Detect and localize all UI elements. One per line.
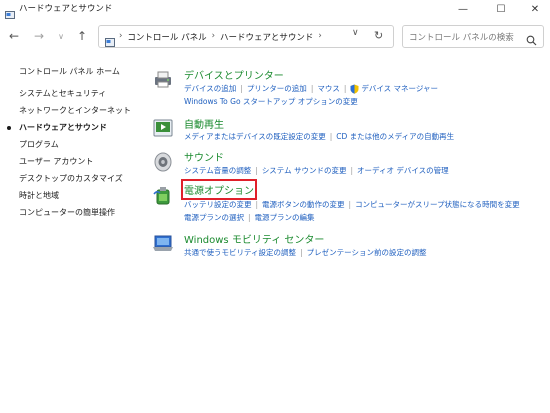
breadcrumb: › コントロール パネル › ハードウェアとサウンド › (119, 31, 322, 43)
sidebar-item-programs[interactable]: プログラム (19, 139, 59, 150)
link-separator: | (329, 132, 333, 141)
active-item-bullet (7, 126, 11, 130)
link-separator: | (255, 166, 258, 175)
breadcrumb-separator[interactable]: › (119, 31, 122, 43)
choose-power-plan-link[interactable]: 電源プランの選択 (184, 212, 244, 223)
category-devices-and-printers[interactable]: デバイスとプリンター (184, 67, 284, 82)
cd-autoplay-link[interactable]: CD または他のメディアの自動再生 (336, 131, 454, 142)
up-button[interactable]: ↑ (73, 27, 91, 45)
mouse-link[interactable]: マウス (317, 83, 340, 94)
adjust-system-volume-link[interactable]: システム音量の調整 (184, 165, 251, 176)
add-printer-link[interactable]: プリンターの追加 (247, 83, 307, 94)
change-battery-settings-link[interactable]: バッテリ設定の変更 (184, 199, 252, 210)
power-options-icon[interactable] (152, 184, 174, 206)
printer-icon[interactable] (152, 68, 174, 90)
link-separator: | (300, 248, 303, 257)
media-default-settings-link[interactable]: メディアまたはデバイスの既定設定の変更 (184, 131, 326, 142)
change-system-sounds-link[interactable]: システム サウンドの変更 (262, 165, 347, 176)
category-sound[interactable]: サウンド (184, 149, 224, 164)
breadcrumb-separator[interactable]: › (212, 31, 215, 43)
change-power-button-link[interactable]: 電源ボタンの動作の変更 (262, 199, 345, 210)
adjust-presentation-settings-link[interactable]: プレゼンテーション前の設定の調整 (307, 247, 427, 258)
devices-links-row-2: Windows To Go スタートアップ オプションの変更 (184, 96, 358, 107)
device-manager-link[interactable]: デバイス マネージャー (361, 83, 438, 94)
sidebar-item-user-accounts[interactable]: ユーザー アカウント (19, 156, 93, 167)
sidebar-item-control-panel-home[interactable]: コントロール パネル ホーム (19, 66, 120, 77)
adjust-mobility-settings-link[interactable]: 共通で使うモビリティ設定の調整 (184, 247, 296, 258)
mobility-center-icon[interactable] (152, 232, 174, 254)
minimize-button[interactable]: — (446, 0, 480, 18)
speaker-icon[interactable] (152, 151, 174, 173)
forward-button[interactable]: → (30, 27, 48, 45)
address-bar[interactable]: › コントロール パネル › ハードウェアとサウンド › (98, 25, 394, 48)
change-sleep-time-link[interactable]: コンピューターがスリープ状態になる時間を変更 (355, 199, 520, 210)
manage-audio-devices-link[interactable]: オーディオ デバイスの管理 (357, 165, 449, 176)
add-device-link[interactable]: デバイスの追加 (184, 83, 236, 94)
back-button[interactable]: ← (5, 27, 23, 45)
breadcrumb-hardware-and-sound[interactable]: ハードウェアとサウンド (220, 31, 313, 43)
maximize-button[interactable]: ☐ (484, 0, 518, 18)
link-separator: | (310, 84, 314, 93)
address-dropdown-button[interactable]: ∨ (352, 28, 359, 38)
sidebar-item-appearance[interactable]: デスクトップのカスタマイズ (19, 173, 123, 184)
sidebar-item-clock-and-region[interactable]: 時計と地域 (19, 190, 59, 201)
windows-to-go-link[interactable]: Windows To Go スタートアップ オプションの変更 (184, 96, 358, 107)
sidebar-item-network-and-internet[interactable]: ネットワークとインターネット (19, 105, 131, 116)
edit-power-plan-link[interactable]: 電源プランの編集 (255, 212, 315, 223)
link-separator: | (343, 84, 347, 93)
sound-links-row: システム音量の調整 | システム サウンドの変更 | オーディオ デバイスの管理 (184, 165, 449, 176)
close-button[interactable]: ✕ (518, 0, 550, 18)
link-separator: | (350, 166, 354, 175)
link-separator: | (255, 200, 259, 209)
window-title: ハードウェアとサウンド (19, 4, 113, 14)
sidebar-item-system-and-security[interactable]: システムとセキュリティ (19, 88, 106, 99)
search-placeholder: コントロール パネルの検索 (409, 33, 514, 43)
power-links-row: バッテリ設定の変更 | 電源ボタンの動作の変更 | コンピューターがスリープ状態… (184, 199, 520, 210)
category-windows-mobility-center[interactable]: Windows モビリティ センター (184, 231, 324, 246)
link-separator: | (348, 200, 352, 209)
link-separator: | (248, 213, 251, 222)
autoplay-links-row: メディアまたはデバイスの既定設定の変更 | CD または他のメディアの自動再生 (184, 131, 454, 142)
control-panel-icon (105, 32, 115, 47)
search-icon[interactable] (526, 31, 537, 46)
uac-shield-icon (350, 84, 359, 94)
sidebar-item-ease-of-access[interactable]: コンピューターの簡単操作 (19, 207, 115, 218)
category-autoplay[interactable]: 自動再生 (184, 116, 224, 131)
autoplay-icon[interactable] (152, 117, 174, 139)
title-bar: ハードウェアとサウンド — ☐ ✕ (0, 0, 550, 19)
refresh-button[interactable]: ↻ (374, 29, 383, 42)
link-separator: | (240, 84, 243, 93)
sidebar-item-hardware-and-sound[interactable]: ハードウェアとサウンド (19, 122, 107, 133)
power-links-row-2: 電源プランの選択 | 電源プランの編集 (184, 212, 315, 223)
mobility-links-row: 共通で使うモビリティ設定の調整 | プレゼンテーション前の設定の調整 (184, 247, 426, 258)
category-power-options[interactable]: 電源オプション (181, 179, 257, 200)
recent-locations-button[interactable]: ∨ (52, 27, 70, 45)
devices-links-row: デバイスの追加 | プリンターの追加 | マウス | デバイス マネージャー (184, 83, 438, 94)
breadcrumb-separator[interactable]: › (318, 31, 321, 43)
search-input[interactable]: コントロール パネルの検索 (402, 25, 544, 48)
breadcrumb-control-panel[interactable]: コントロール パネル (127, 31, 206, 43)
control-panel-icon (5, 4, 15, 19)
